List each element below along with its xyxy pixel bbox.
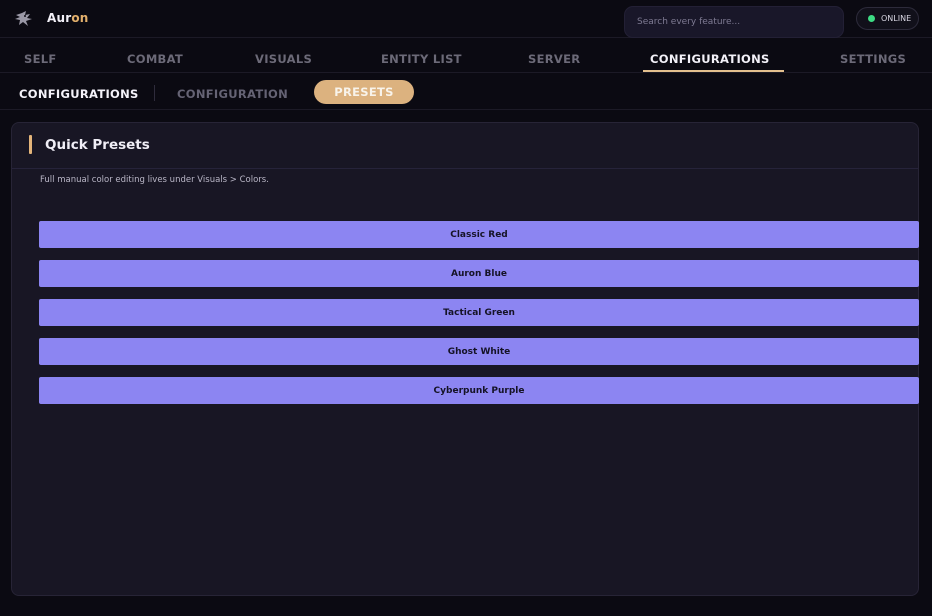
status-label: ONLINE (881, 14, 912, 23)
panel-title: Quick Presets (45, 137, 150, 153)
preset-auron-blue-button[interactable]: Auron Blue (39, 260, 919, 287)
preset-classic-red-button[interactable]: Classic Red (39, 221, 919, 248)
tab-server[interactable]: SERVER (528, 52, 580, 66)
tab-entity-list[interactable]: ENTITY LIST (381, 52, 462, 66)
tab-settings[interactable]: SETTINGS (840, 52, 906, 66)
brand-text-primary: Aur (47, 11, 72, 25)
tab-self[interactable]: SELF (24, 52, 57, 66)
preset-cyberpunk-purple-button[interactable]: Cyberpunk Purple (39, 377, 919, 404)
main-tab-bar: SELF COMBAT VISUALS ENTITY LIST SERVER C… (0, 39, 932, 73)
subtab-presets[interactable]: PRESETS (314, 80, 414, 104)
brand-text-accent: on (71, 11, 89, 25)
tab-visuals[interactable]: VISUALS (255, 52, 312, 66)
panel-header: Quick Presets (12, 123, 918, 169)
panel-note: Full manual color editing lives under Vi… (40, 175, 269, 185)
app-brand: Auron (47, 11, 89, 25)
sub-tab-divider (154, 85, 155, 101)
sub-tab-bar: CONFIGURATIONS CONFIGURATION PRESETS (0, 74, 932, 110)
tab-configurations[interactable]: CONFIGURATIONS (650, 52, 770, 66)
quick-presets-panel: Quick Presets Full manual color editing … (11, 122, 919, 596)
status-badge: ONLINE (856, 7, 919, 30)
status-dot-icon (868, 15, 875, 22)
active-tab-indicator (643, 70, 784, 72)
subtab-configuration[interactable]: CONFIGURATION (177, 87, 288, 101)
preset-ghost-white-button[interactable]: Ghost White (39, 338, 919, 365)
panel-accent-bar (29, 135, 32, 154)
tab-combat[interactable]: COMBAT (127, 52, 183, 66)
search-input[interactable] (624, 6, 844, 38)
app-window: Auron ONLINE SELF COMBAT VISUALS ENTITY … (0, 0, 932, 616)
preset-tactical-green-button[interactable]: Tactical Green (39, 299, 919, 326)
top-header: Auron ONLINE (0, 0, 932, 38)
sub-section-title: CONFIGURATIONS (19, 87, 139, 101)
bird-emblem-icon (15, 11, 32, 26)
